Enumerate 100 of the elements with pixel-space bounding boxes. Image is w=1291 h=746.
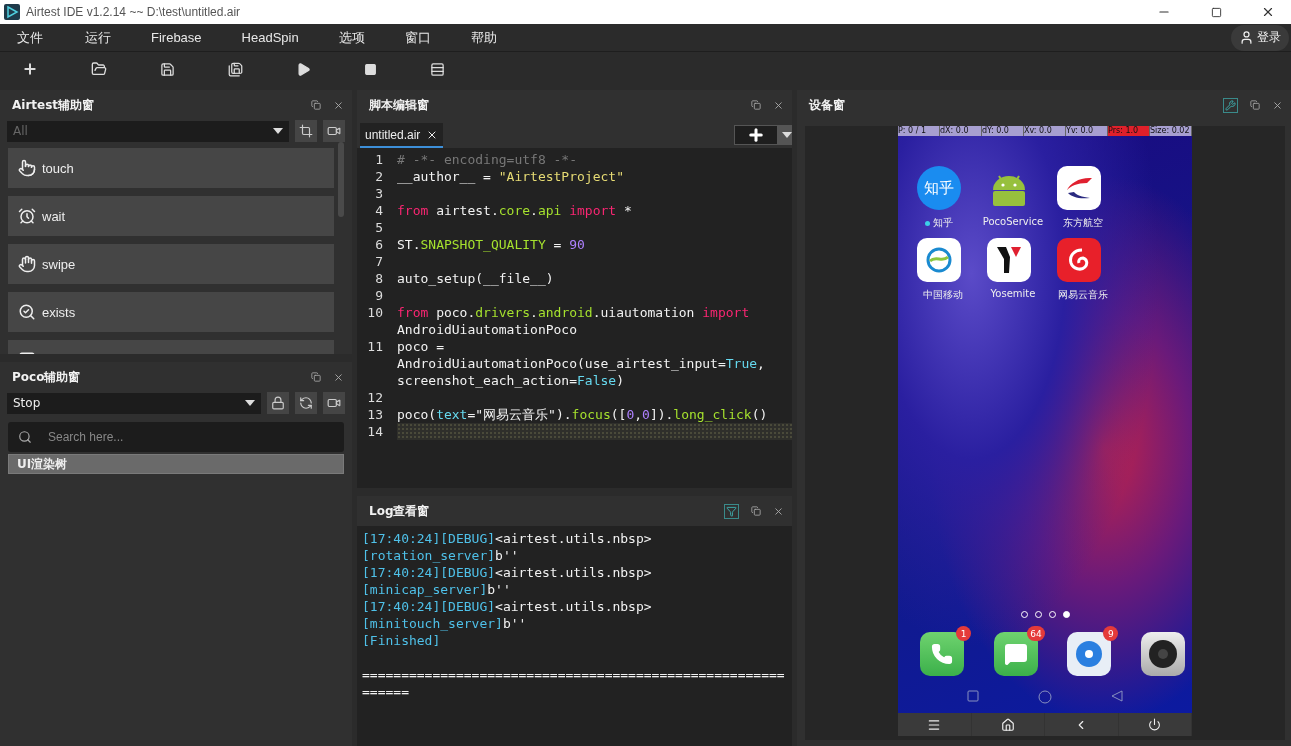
panel-title: Log查看窗 [369, 502, 431, 520]
menu-icon [927, 717, 942, 732]
app-label: 东方航空 [1062, 216, 1103, 230]
hand-icon [18, 255, 36, 273]
app-icon[interactable] [987, 238, 1031, 282]
dock-app-icon[interactable] [1067, 632, 1112, 676]
menu-item[interactable]: 窗口 [404, 28, 431, 47]
code-line: auto_setup(__file__) [397, 270, 555, 287]
home-circle-icon[interactable] [1038, 690, 1052, 704]
lock-icon [271, 396, 285, 410]
app-icon[interactable] [1057, 166, 1101, 210]
line-number: 2 [374, 168, 384, 185]
close-icon [1261, 5, 1275, 19]
menu-item[interactable]: HeadSpin [241, 30, 299, 45]
disc-icon [1074, 639, 1105, 669]
app-label: Yosemite [989, 288, 1036, 299]
line-number: 4 [374, 202, 384, 219]
restore-icon[interactable] [751, 100, 761, 110]
app-label: PocoService [981, 216, 1044, 227]
touch-info: Xv: 0.0 [1024, 126, 1066, 136]
panel-title: 脚本编辑窗 [369, 96, 430, 114]
tree-item[interactable]: UI渲染树 [8, 454, 344, 474]
menu-item[interactable]: 运行 [85, 28, 111, 47]
stop-icon[interactable] [364, 62, 377, 76]
line-number: 13 [366, 406, 384, 423]
touch-info: P: 0 / 1 [898, 126, 940, 136]
action-item[interactable]: wait [8, 196, 334, 236]
line-number: 6 [374, 236, 384, 253]
log-line: [17:40:24][DEBUG]<airtest.utils.nbsp> [362, 598, 653, 615]
log-line: [Finished] [362, 632, 442, 649]
search-input[interactable]: Search here... [46, 429, 334, 445]
phone-handset-icon [931, 643, 953, 665]
record-button[interactable] [323, 392, 345, 414]
restore-icon[interactable] [1250, 100, 1260, 110]
line-number: 3 [374, 185, 384, 202]
new-icon[interactable] [22, 61, 38, 77]
refresh-button[interactable] [295, 392, 317, 414]
dock-app-icon[interactable] [920, 632, 964, 676]
screenshot-button[interactable] [295, 120, 317, 142]
folder-icon[interactable] [91, 61, 107, 77]
restore-icon[interactable] [751, 506, 761, 516]
line-number: 14 [366, 423, 384, 440]
camera-lens-icon [1146, 638, 1179, 670]
back-triangle-icon[interactable] [1110, 690, 1123, 702]
list-icon[interactable] [430, 61, 445, 77]
search-icon [18, 430, 32, 444]
notification-badge: 9 [1103, 626, 1119, 641]
add-button[interactable] [734, 125, 778, 145]
line-number: 9 [374, 287, 384, 304]
log-line: [17:40:24][DEBUG]<airtest.utils.nbsp> [362, 564, 653, 581]
play-icon[interactable] [296, 61, 311, 77]
user-icon [1239, 30, 1254, 45]
save-icon[interactable] [160, 61, 175, 77]
dock-app-icon[interactable] [1140, 632, 1185, 676]
line-number: 12 [366, 389, 384, 406]
login-button[interactable]: 登录 [1231, 24, 1289, 51]
filter-icon[interactable] [724, 503, 739, 519]
menu-item[interactable]: 文件 [17, 28, 43, 47]
menu-item[interactable]: Firebase [151, 30, 202, 45]
refresh-icon [299, 396, 313, 410]
restore-icon[interactable] [311, 100, 321, 110]
lock-button[interactable] [267, 392, 289, 414]
recents-icon[interactable] [967, 690, 980, 702]
mode-dropdown[interactable]: Stop [7, 392, 261, 414]
app-label: 网易云音乐 [1057, 288, 1108, 302]
log-line: [17:40:24][DEBUG]<airtest.utils.nbsp> [362, 530, 653, 547]
line-number: 1 [374, 151, 384, 168]
line-number: 10 [366, 304, 384, 322]
dropdown-button[interactable] [778, 125, 792, 145]
panel-title: Airtest辅助窗 [12, 96, 96, 114]
window-title: Airtest IDE v1.2.14 ~~ D:\test\untitled.air [26, 5, 242, 19]
search-field[interactable]: Search here... [8, 422, 344, 452]
app-label: 中国移动 [922, 288, 963, 302]
code-line: poco(text="网易云音乐").focus([0,0]).long_click() [397, 406, 769, 423]
line-number: 8 [374, 270, 384, 287]
touch-info: Size: 0.02 [1150, 126, 1192, 136]
action-item[interactable]: exists [8, 292, 334, 332]
tools-icon[interactable] [1223, 97, 1238, 113]
panel-title: 设备窗 [809, 96, 846, 114]
file-tab[interactable]: untitled.air [360, 123, 444, 148]
phone-screen[interactable]: P: 0 / 1 dX: 0.0 dY: 0.0 Xv: 0.0 Yv: 0.0 Prs: 1.0 Size: 0.02 知乎 知乎 PocoService 东方航空 中国移动 Yosemite 网易云音乐 1 64 9 [898, 126, 1192, 713]
app-icon[interactable] [917, 238, 961, 282]
menu-item[interactable]: 帮助 [470, 28, 497, 47]
app-icon[interactable] [1057, 238, 1101, 282]
alarm-clock-icon [18, 207, 36, 225]
caret-icon [245, 400, 255, 406]
line-number: 7 [374, 253, 384, 270]
record-button[interactable] [323, 120, 345, 142]
page-dot[interactable] [1062, 611, 1070, 618]
power-icon [1148, 718, 1162, 731]
speech-bubble-icon [1003, 642, 1028, 666]
search-check-icon [18, 303, 36, 321]
log-line: ====================================================== [362, 666, 786, 683]
action-item[interactable]: swipe [8, 244, 334, 284]
save-as-icon[interactable] [228, 61, 243, 77]
action-item[interactable]: touch [8, 148, 334, 188]
log-line: [minicap_server]b'' [362, 581, 512, 598]
restore-icon[interactable] [311, 372, 321, 382]
menu-item[interactable]: 选项 [338, 28, 365, 47]
touch-info: dY: 0.0 [982, 126, 1024, 136]
